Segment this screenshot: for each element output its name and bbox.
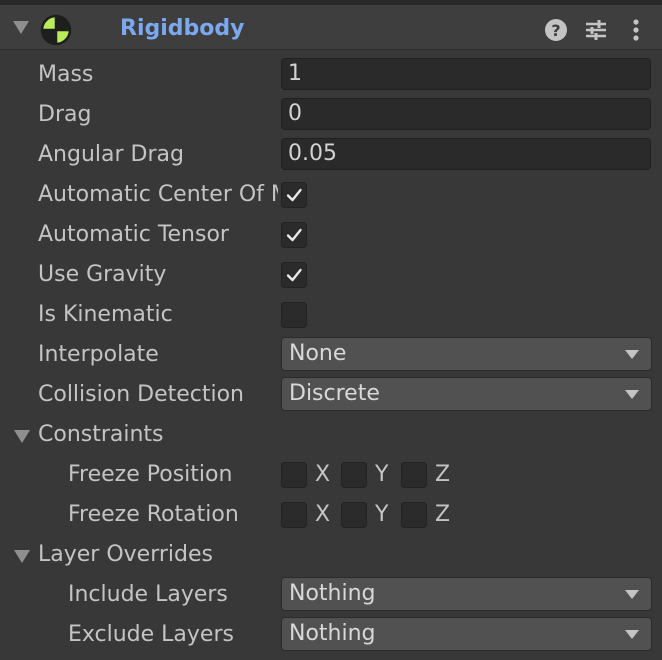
freeze-rotation-x-label: X	[315, 502, 331, 527]
include-layers-label: Include Layers	[68, 582, 228, 607]
collision-detection-label: Collision Detection	[38, 382, 245, 407]
automatic-center-of-mass-checkbox[interactable]	[281, 182, 307, 208]
freeze-rotation-z-label: Z	[435, 502, 451, 527]
freeze-position-z-label: Z	[435, 462, 451, 487]
freeze-position-z-checkbox[interactable]	[401, 462, 427, 488]
interpolate-dropdown[interactable]: None	[281, 337, 652, 371]
component-title: Rigidbody	[120, 16, 245, 41]
freeze-rotation-y-checkbox[interactable]	[341, 502, 367, 528]
dropdown-arrow-icon	[625, 630, 639, 639]
exclude-layers-value: Nothing	[289, 621, 376, 646]
drag-field[interactable]: 0	[281, 98, 651, 130]
interpolate-label: Interpolate	[38, 342, 159, 367]
component-foldout-icon[interactable]	[13, 21, 29, 34]
freeze-rotation-z-checkbox[interactable]	[401, 502, 427, 528]
more-menu-icon[interactable]	[623, 17, 649, 43]
is-kinematic-checkbox[interactable]	[281, 302, 307, 328]
use-gravity-label: Use Gravity	[38, 262, 167, 287]
mass-label: Mass	[38, 62, 94, 87]
automatic-tensor-checkbox[interactable]	[281, 222, 307, 248]
collision-detection-value: Discrete	[289, 381, 380, 406]
checkmark-icon	[286, 188, 302, 202]
freeze-position-x-label: X	[315, 462, 331, 487]
include-layers-dropdown[interactable]: Nothing	[281, 577, 652, 611]
checkmark-icon	[286, 268, 302, 282]
svg-text:?: ?	[551, 21, 560, 40]
freeze-position-y-checkbox[interactable]	[341, 462, 367, 488]
angular-drag-label: Angular Drag	[38, 142, 184, 167]
freeze-rotation-y-label: Y	[375, 502, 389, 527]
include-layers-value: Nothing	[289, 581, 376, 606]
freeze-rotation-x-checkbox[interactable]	[281, 502, 307, 528]
layer-overrides-label[interactable]: Layer Overrides	[38, 540, 278, 570]
automatic-tensor-label: Automatic Tensor	[38, 222, 229, 247]
interpolate-value: None	[289, 341, 347, 366]
constraints-foldout-icon[interactable]	[14, 430, 30, 443]
drag-label: Drag	[38, 102, 92, 127]
freeze-rotation-label: Freeze Rotation	[68, 502, 239, 527]
collision-detection-dropdown[interactable]: Discrete	[281, 377, 652, 411]
dropdown-arrow-icon	[625, 390, 639, 399]
dropdown-arrow-icon	[625, 350, 639, 359]
layer-overrides-foldout-icon[interactable]	[14, 550, 30, 563]
exclude-layers-dropdown[interactable]: Nothing	[281, 617, 652, 651]
rigidbody-icon	[40, 14, 72, 46]
use-gravity-checkbox[interactable]	[281, 262, 307, 288]
freeze-position-label: Freeze Position	[68, 462, 233, 487]
component-header[interactable]: Rigidbody ?	[0, 5, 662, 50]
dropdown-arrow-icon	[625, 590, 639, 599]
freeze-position-x-checkbox[interactable]	[281, 462, 307, 488]
mass-field[interactable]: 1	[281, 58, 651, 90]
automatic-center-of-mass-label: Automatic Center Of Mass	[38, 182, 278, 207]
help-icon[interactable]: ?	[543, 17, 569, 43]
checkmark-icon	[286, 228, 302, 242]
freeze-position-y-label: Y	[375, 462, 389, 487]
exclude-layers-label: Exclude Layers	[68, 622, 234, 647]
presets-icon[interactable]	[583, 17, 609, 43]
constraints-label[interactable]: Constraints	[38, 420, 278, 450]
angular-drag-field[interactable]: 0.05	[281, 138, 651, 170]
is-kinematic-label: Is Kinematic	[38, 302, 173, 327]
